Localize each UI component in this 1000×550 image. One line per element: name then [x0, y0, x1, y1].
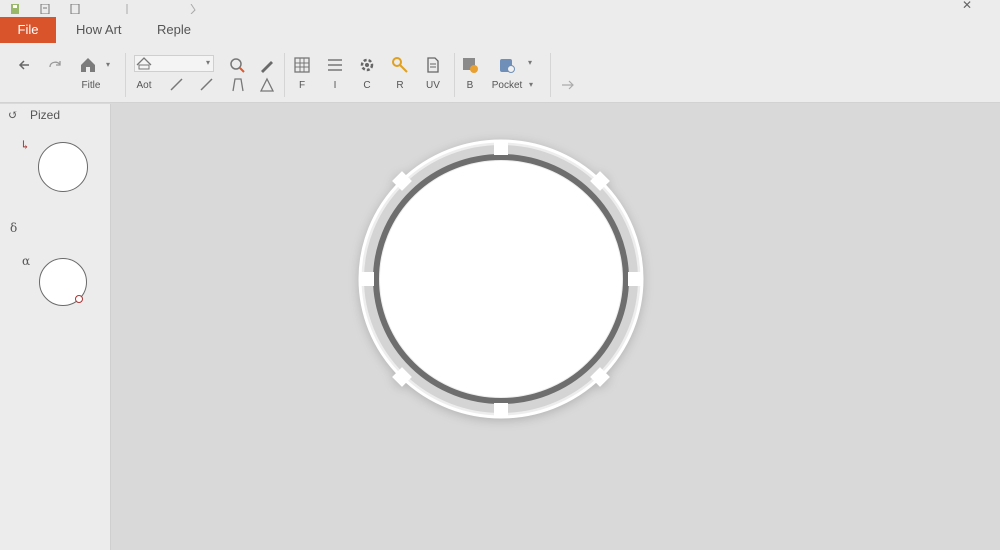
- menu-bar: File How Art Reple: [0, 16, 1000, 45]
- home-label: Fitle: [81, 80, 101, 91]
- format-uv-label: UV: [426, 80, 440, 91]
- triangle-icon[interactable]: [257, 75, 277, 95]
- pocket-icon[interactable]: [497, 55, 517, 75]
- pocket-label: Pocket: [491, 80, 523, 91]
- chevron-down-icon[interactable]: ▾: [528, 58, 532, 67]
- redo-icon[interactable]: [45, 55, 65, 75]
- ribbon-separator: [125, 53, 126, 97]
- panel-collapse-icon[interactable]: ↺: [8, 108, 18, 122]
- ribbon-toolbar: ▾ Fitle ▾ Aot F I C R UV B ▾ Pocket ▾: [0, 45, 1000, 103]
- panel-glyph-delta: δ: [10, 221, 18, 235]
- format-i-label: I: [333, 80, 337, 91]
- paint-fill-icon[interactable]: [227, 55, 247, 75]
- shape-icon[interactable]: [134, 53, 154, 73]
- image-insert-icon[interactable]: [460, 55, 480, 75]
- ribbon-separator: [550, 53, 551, 97]
- undo-icon[interactable]: [15, 55, 35, 75]
- resize-handle[interactable]: [628, 272, 642, 286]
- key-icon[interactable]: [390, 55, 410, 75]
- selected-circle-shape[interactable]: [357, 138, 645, 420]
- document-icon[interactable]: [70, 1, 80, 15]
- save-icon[interactable]: [10, 1, 20, 14]
- format-f-label: F: [298, 80, 306, 91]
- format-c-label: C: [363, 80, 371, 91]
- resize-handle[interactable]: [360, 272, 374, 286]
- cursor-icon[interactable]: [188, 1, 198, 15]
- tab-reple[interactable]: Reple: [157, 22, 191, 37]
- cursor-pointer-icon: ↳: [20, 138, 31, 152]
- shape-thumbnail-circle[interactable]: [38, 142, 88, 192]
- line-tool-icon[interactable]: [167, 75, 187, 95]
- chevron-down-icon: ▾: [205, 58, 210, 67]
- close-icon[interactable]: ✕: [962, 0, 972, 12]
- arrow-right-icon[interactable]: [558, 75, 578, 95]
- pencil-icon[interactable]: [257, 55, 277, 75]
- pin-icon[interactable]: [122, 1, 132, 14]
- panel-title: Pized: [30, 108, 61, 122]
- copy-icon[interactable]: [40, 1, 50, 15]
- document-icon[interactable]: [423, 55, 443, 75]
- ribbon-separator: [454, 53, 455, 97]
- home-icon[interactable]: [78, 55, 98, 75]
- format-r-label: R: [396, 80, 404, 91]
- tab-how-art[interactable]: How Art: [76, 22, 122, 37]
- bracket-icon[interactable]: [228, 75, 248, 95]
- gear-icon[interactable]: [357, 55, 377, 75]
- tab-file[interactable]: File: [0, 17, 56, 43]
- chevron-down-icon[interactable]: ▾: [529, 80, 533, 89]
- font-label: Aot: [136, 80, 152, 91]
- resize-handle[interactable]: [494, 403, 508, 417]
- chevron-down-icon[interactable]: ▾: [106, 60, 110, 69]
- ribbon-separator: [284, 53, 285, 97]
- quick-access-toolbar: ✕: [0, 0, 1000, 16]
- panel-glyph-alpha: α: [22, 254, 31, 268]
- table-icon[interactable]: [292, 55, 312, 75]
- list-icon[interactable]: [325, 55, 345, 75]
- shapes-panel: ↺ Pized ↳ δ α: [0, 104, 111, 550]
- resize-handle[interactable]: [494, 141, 508, 155]
- resize-handle-icon[interactable]: [75, 295, 83, 303]
- insert-b-label: B: [466, 80, 474, 91]
- line-tool-icon[interactable]: [197, 75, 217, 95]
